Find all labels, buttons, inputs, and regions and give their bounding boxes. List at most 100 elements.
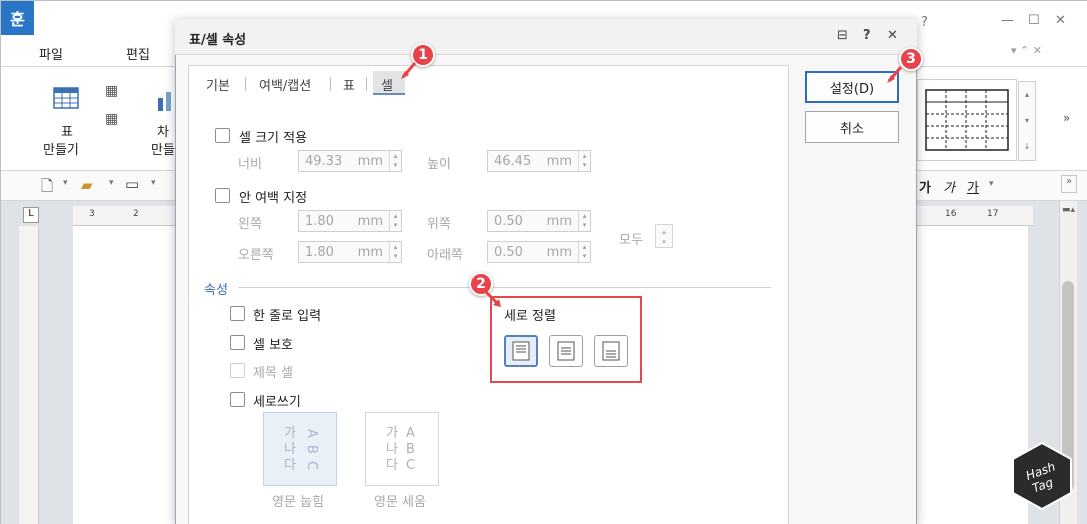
vertical-writing-label: 세로쓰기 <box>253 395 301 410</box>
svg-text:C: C <box>406 458 415 473</box>
scroll-top-icon[interactable]: ▬▴ <box>1062 205 1075 215</box>
new-file-icon[interactable]: 🗋 <box>41 176 53 201</box>
margin-bottom-spinbox[interactable]: 0.50 mm ▴ ▾ <box>487 241 591 263</box>
svg-text:A: A <box>304 429 319 438</box>
svg-text:B: B <box>304 445 319 454</box>
hashtag-logo: Hash Tag <box>1011 441 1073 511</box>
dialog-help-icon[interactable]: ? <box>863 28 871 43</box>
ribbon-collapse-icon[interactable]: ▾ ⌃ ✕ <box>1011 44 1042 57</box>
spin-arrows-icon[interactable]: ▴ ▾ <box>389 242 401 262</box>
cell-protect-checkbox[interactable] <box>230 335 245 350</box>
svg-text:B: B <box>406 442 415 457</box>
cell-protect-label: 셀 보호 <box>253 338 294 353</box>
app-logo[interactable]: 훈 <box>1 1 34 35</box>
window-minimize-icon[interactable]: — <box>1001 13 1014 28</box>
margin-right-label: 오른쪽 <box>238 248 274 263</box>
margin-bottom-unit: mm <box>546 244 572 260</box>
chart-button-label-1[interactable]: 차 <box>157 121 169 140</box>
new-dropdown-icon[interactable]: ▾ <box>63 178 68 188</box>
save-icon[interactable]: ▭ <box>125 175 139 193</box>
height-spinbox[interactable]: 46.45 mm ▴ ▾ <box>487 150 591 172</box>
width-unit: mm <box>357 153 383 169</box>
underline-dropdown-icon[interactable]: ▾ <box>989 179 994 189</box>
chart-icon[interactable] <box>156 90 174 116</box>
single-line-checkbox[interactable] <box>230 306 245 321</box>
margin-right-spinbox[interactable]: 1.80 mm ▴ ▾ <box>298 241 402 263</box>
underline-button[interactable]: 가 <box>967 177 979 196</box>
vertical-align-label: 세로 정렬 <box>504 309 556 324</box>
table-button-label-2[interactable]: 만들기 <box>43 139 79 158</box>
tab-cell[interactable]: 셀 <box>381 75 393 94</box>
margin-left-label: 왼쪽 <box>238 217 262 232</box>
title-cell-checkbox[interactable] <box>230 363 245 378</box>
svg-text:나: 나 <box>386 442 398 457</box>
window-help-icon[interactable]: ? <box>921 15 928 30</box>
menu-file[interactable]: 파일 <box>39 44 63 63</box>
cell-edit-icon[interactable]: ▦ <box>105 83 118 99</box>
cancel-button[interactable]: 취소 <box>805 111 899 143</box>
margin-right-unit: mm <box>357 244 383 260</box>
table-style-gallery[interactable] <box>917 79 1017 161</box>
svg-text:다: 다 <box>284 458 296 473</box>
height-value: 46.45 <box>494 153 532 169</box>
arrow-3-icon <box>885 65 905 89</box>
vertical-writing-checkbox[interactable] <box>230 392 245 407</box>
margin-all-spin-icon[interactable]: ▴ ▾ <box>655 224 673 248</box>
tab-separator <box>245 77 246 91</box>
spin-arrows-icon[interactable]: ▴ ▾ <box>578 151 590 171</box>
cell-size-checkbox[interactable] <box>215 128 230 143</box>
open-folder-icon[interactable]: ▰ <box>81 176 93 194</box>
height-unit: mm <box>546 153 572 169</box>
svg-text:A: A <box>406 426 415 441</box>
italic-button[interactable]: 가 <box>943 177 955 196</box>
margin-bottom-value: 0.50 <box>494 244 523 260</box>
single-line-label: 한 줄로 입력 <box>253 309 322 324</box>
tab-margin-caption[interactable]: 여백/캡션 <box>259 75 311 94</box>
ribbon-more-icon[interactable]: » <box>1063 111 1070 125</box>
svg-text:가: 가 <box>284 426 296 441</box>
margin-top-spinbox[interactable]: 0.50 mm ▴ ▾ <box>487 210 591 232</box>
english-rotate-label: 영문 눕힘 <box>272 495 324 510</box>
dialog-options-icon[interactable]: ⊟ <box>837 28 848 43</box>
window-close-icon[interactable]: ✕ <box>1055 13 1066 28</box>
window-maximize-icon[interactable]: ☐ <box>1028 13 1040 28</box>
open-dropdown-icon[interactable]: ▾ <box>109 178 114 188</box>
svg-text:가: 가 <box>386 426 398 441</box>
app-window: 훈 ? — ☐ ✕ 파일 편집 ▾ ⌃ ✕ ▦ ▦ 표 만들기 차 만들 ▴ ▾ ↓… <box>0 0 1087 524</box>
margin-left-value: 1.80 <box>305 213 334 229</box>
dialog-close-icon[interactable]: ✕ <box>887 28 898 43</box>
english-stand-label: 영문 세움 <box>374 495 426 510</box>
margin-top-label: 위쪽 <box>427 217 451 232</box>
toolbar-expand-icon[interactable]: » <box>1061 175 1077 193</box>
width-value: 49.33 <box>305 153 343 169</box>
chart-button-label-2[interactable]: 만들 <box>151 139 175 158</box>
bold-button[interactable]: 가 <box>919 177 931 196</box>
valign-bottom-button[interactable] <box>594 335 628 367</box>
cell-size-label: 셀 크기 적용 <box>239 131 308 146</box>
english-stand-option[interactable]: 가 나 다 A B C <box>365 412 439 486</box>
arrow-2-icon <box>483 289 503 313</box>
tab-stop-icon[interactable]: L <box>23 207 39 223</box>
table-icon[interactable] <box>53 87 79 113</box>
dialog-title: 표/셀 속성 <box>189 33 247 48</box>
spin-arrows-icon[interactable]: ▴ ▾ <box>578 211 590 231</box>
table-button-label-1[interactable]: 표 <box>61 121 73 140</box>
cell-fill-icon[interactable]: ▦ <box>105 111 118 127</box>
menu-edit[interactable]: 편집 <box>126 44 150 63</box>
width-spinbox[interactable]: 49.33 mm ▴ ▾ <box>298 150 402 172</box>
section-divider <box>238 287 771 288</box>
properties-section-label: 속성 <box>204 283 228 298</box>
inner-margin-checkbox[interactable] <box>215 188 230 203</box>
valign-middle-button[interactable] <box>549 335 583 367</box>
spin-arrows-icon[interactable]: ▴ ▾ <box>578 242 590 262</box>
gallery-scroll[interactable]: ▴ ▾ ↓ <box>1018 81 1036 161</box>
tab-table[interactable]: 표 <box>343 75 355 94</box>
save-dropdown-icon[interactable]: ▾ <box>151 178 156 188</box>
valign-top-button[interactable] <box>504 335 538 367</box>
spin-arrows-icon[interactable]: ▴ ▾ <box>389 151 401 171</box>
english-rotate-option[interactable]: 가 나 다 A B C <box>263 412 337 486</box>
tab-separator <box>366 77 367 91</box>
tab-basic[interactable]: 기본 <box>206 75 230 94</box>
margin-left-spinbox[interactable]: 1.80 mm ▴ ▾ <box>298 210 402 232</box>
spin-arrows-icon[interactable]: ▴ ▾ <box>389 211 401 231</box>
